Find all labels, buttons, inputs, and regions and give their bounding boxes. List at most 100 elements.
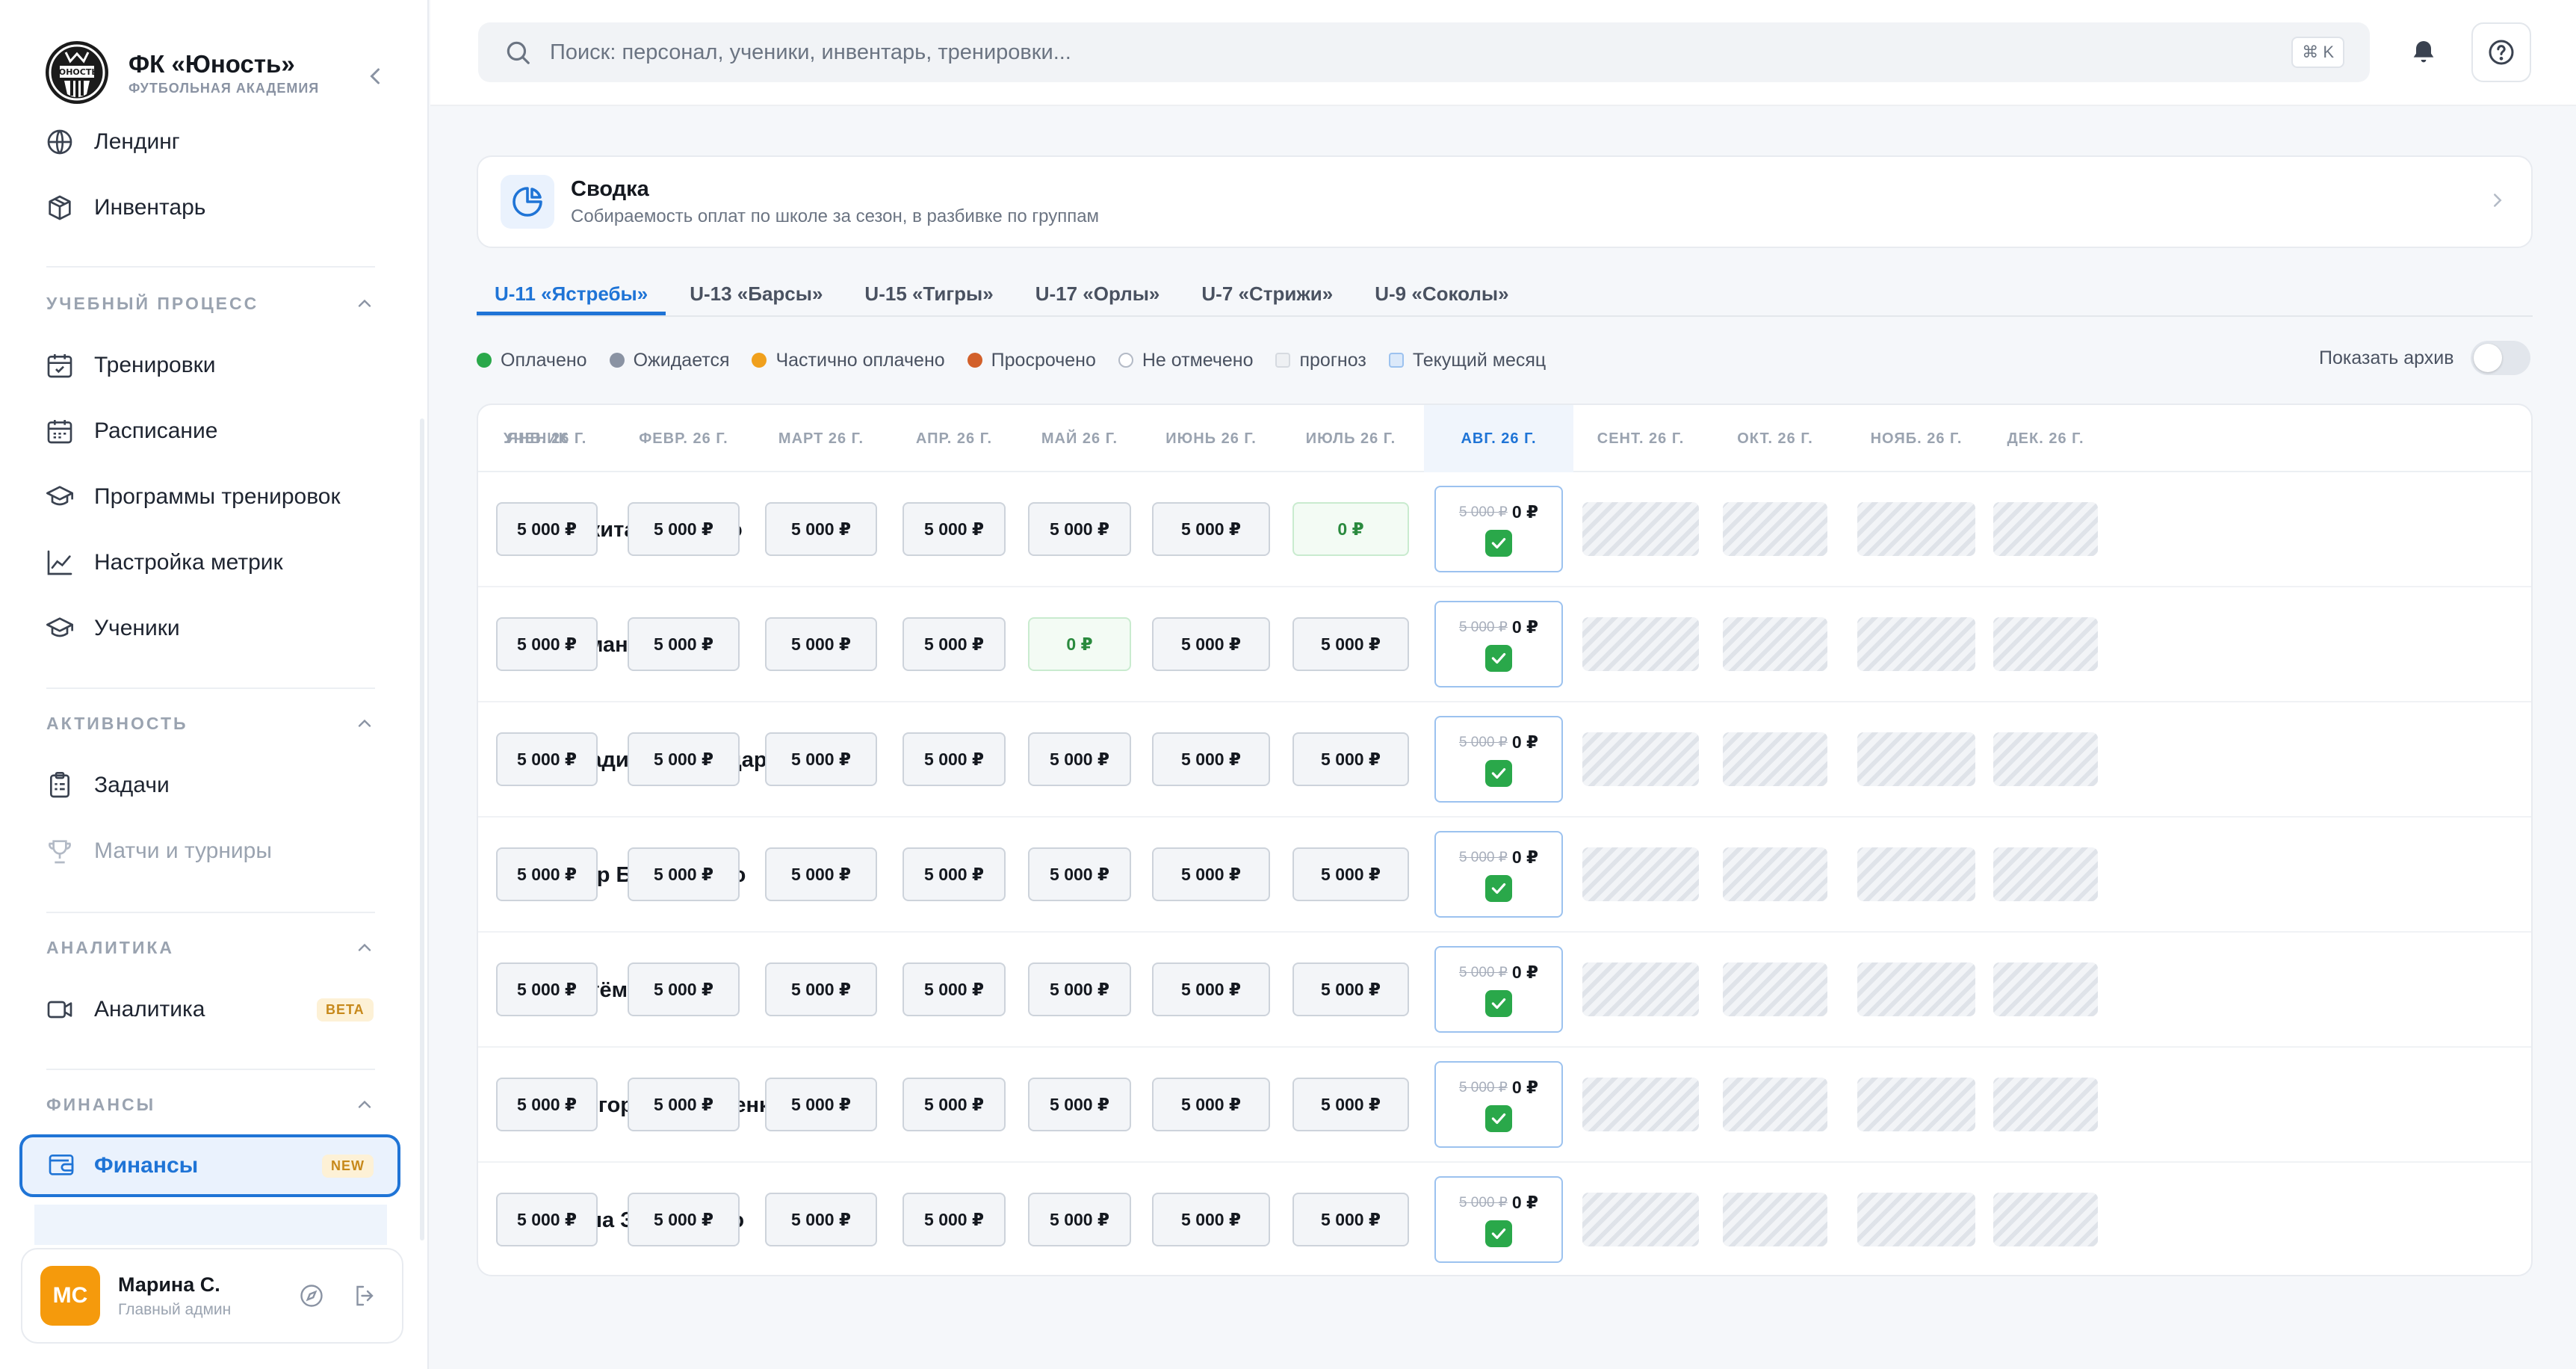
payment-cell[interactable]: 5 000 ₽ [628, 962, 740, 1016]
tab-u11[interactable]: U-11 «Ястребы» [477, 269, 666, 315]
paid-checkbox[interactable] [1485, 529, 1512, 557]
forecast-cell[interactable] [1723, 1078, 1827, 1131]
search-bar[interactable]: ⌘ K [478, 22, 2370, 82]
forecast-cell[interactable] [1582, 1193, 1699, 1246]
payment-cell[interactable]: 5 000 ₽ [902, 962, 1006, 1016]
payment-cell[interactable]: 5 000 ₽ [902, 617, 1006, 671]
payment-cell[interactable]: 5 000 ₽ [1292, 847, 1409, 901]
payment-cell[interactable]: 5 000 ₽ [902, 1078, 1006, 1131]
forecast-cell[interactable] [1857, 1078, 1975, 1131]
payment-cell[interactable]: 5 000 ₽ [628, 847, 740, 901]
sidebar-item-metrics[interactable]: Настройка метрик [43, 537, 283, 589]
payment-cell[interactable]: 5 000 ₽ [496, 847, 598, 901]
payment-cell[interactable]: 5 000 ₽ [765, 1078, 877, 1131]
tab-u13[interactable]: U-13 «Барсы» [672, 269, 840, 315]
current-month-cell[interactable]: 5 000 ₽0 ₽ [1434, 1061, 1563, 1148]
paid-checkbox[interactable] [1485, 989, 1512, 1017]
payment-cell[interactable]: 5 000 ₽ [1028, 732, 1131, 786]
forecast-cell[interactable] [1582, 617, 1699, 671]
current-month-cell[interactable]: 5 000 ₽0 ₽ [1434, 716, 1563, 803]
payment-cell[interactable]: 5 000 ₽ [628, 1078, 740, 1131]
forecast-cell[interactable] [1723, 502, 1827, 556]
tab-u9[interactable]: U-9 «Соколы» [1357, 269, 1526, 315]
payment-cell[interactable]: 5 000 ₽ [1028, 502, 1131, 556]
forecast-cell[interactable] [1993, 1078, 2098, 1131]
sidebar-item-schedule[interactable]: Расписание [43, 405, 217, 457]
sidebar-item-programs[interactable]: Программы тренировок [43, 471, 341, 523]
section-header-training[interactable]: УЧЕБНЫЙ ПРОЦЕСС [46, 293, 375, 314]
current-month-cell[interactable]: 5 000 ₽0 ₽ [1434, 946, 1563, 1033]
sidebar-item-matches[interactable]: Матчи и турниры [43, 825, 272, 877]
tab-u15[interactable]: U-15 «Тигры» [846, 269, 1011, 315]
user-card[interactable]: МС Марина С. Главный админ [21, 1248, 403, 1344]
forecast-cell[interactable] [1723, 962, 1827, 1016]
payment-cell[interactable]: 5 000 ₽ [628, 732, 740, 786]
summary-expand[interactable] [2486, 189, 2509, 215]
payment-cell[interactable]: 5 000 ₽ [902, 847, 1006, 901]
payment-cell[interactable]: 5 000 ₽ [496, 962, 598, 1016]
section-header-activity[interactable]: АКТИВНОСТЬ [46, 713, 375, 734]
payment-cell[interactable]: 0 ₽ [1292, 502, 1409, 556]
payment-cell[interactable]: 5 000 ₽ [765, 502, 877, 556]
payment-cell[interactable]: 5 000 ₽ [765, 732, 877, 786]
forecast-cell[interactable] [1857, 502, 1975, 556]
forecast-cell[interactable] [1582, 847, 1699, 901]
current-month-cell[interactable]: 5 000 ₽0 ₽ [1434, 1176, 1563, 1263]
forecast-cell[interactable] [1993, 732, 2098, 786]
forecast-cell[interactable] [1582, 502, 1699, 556]
notifications-button[interactable] [2394, 22, 2453, 82]
help-button[interactable] [2471, 22, 2531, 82]
payment-cell[interactable]: 5 000 ₽ [765, 617, 877, 671]
payment-cell[interactable]: 5 000 ₽ [1292, 1193, 1409, 1246]
payment-cell[interactable]: 5 000 ₽ [496, 732, 598, 786]
section-header-finance[interactable]: ФИНАНСЫ [46, 1094, 375, 1115]
forecast-cell[interactable] [1582, 732, 1699, 786]
archive-toggle[interactable] [2470, 341, 2530, 375]
current-month-cell[interactable]: 5 000 ₽0 ₽ [1434, 831, 1563, 918]
paid-checkbox[interactable] [1485, 874, 1512, 902]
tab-u7[interactable]: U-7 «Стрижи» [1183, 269, 1351, 315]
payment-cell[interactable]: 5 000 ₽ [1152, 732, 1270, 786]
sidebar-item-finance[interactable]: Финансы NEW [19, 1134, 400, 1197]
forecast-cell[interactable] [1857, 1193, 1975, 1246]
payment-cell[interactable]: 5 000 ₽ [902, 1193, 1006, 1246]
tab-u17[interactable]: U-17 «Орлы» [1018, 269, 1178, 315]
payment-cell[interactable]: 5 000 ₽ [1152, 617, 1270, 671]
forecast-cell[interactable] [1857, 617, 1975, 671]
collapse-sidebar-button[interactable] [362, 63, 388, 90]
forecast-cell[interactable] [1993, 617, 2098, 671]
payment-cell[interactable]: 5 000 ₽ [1292, 617, 1409, 671]
forecast-cell[interactable] [1723, 847, 1827, 901]
sidebar-item-tasks[interactable]: Задачи [43, 759, 170, 812]
section-header-analytics[interactable]: АНАЛИТИКА [46, 937, 375, 958]
forecast-cell[interactable] [1723, 1193, 1827, 1246]
forecast-cell[interactable] [1857, 732, 1975, 786]
payment-cell[interactable]: 5 000 ₽ [496, 1078, 598, 1131]
payment-cell[interactable]: 5 000 ₽ [1152, 962, 1270, 1016]
paid-checkbox[interactable] [1485, 1220, 1512, 1247]
forecast-cell[interactable] [1857, 847, 1975, 901]
forecast-cell[interactable] [1993, 962, 2098, 1016]
forecast-cell[interactable] [1723, 732, 1827, 786]
forecast-cell[interactable] [1993, 1193, 2098, 1246]
payment-cell[interactable]: 5 000 ₽ [1292, 1078, 1409, 1131]
payment-cell[interactable]: 5 000 ₽ [1292, 732, 1409, 786]
payment-cell[interactable]: 5 000 ₽ [1028, 1078, 1131, 1131]
current-month-cell[interactable]: 5 000 ₽0 ₽ [1434, 601, 1563, 687]
brand[interactable]: ЮНОСТЬ ФК «Юность» ФУТБОЛЬНАЯ АКАДЕМИЯ [43, 39, 319, 106]
payment-cell[interactable]: 5 000 ₽ [496, 502, 598, 556]
payment-cell[interactable]: 5 000 ₽ [496, 617, 598, 671]
sidebar-item-inventory[interactable]: Инвентарь [43, 182, 205, 234]
sidebar-item-students[interactable]: Ученики [43, 602, 180, 655]
compass-button[interactable] [293, 1277, 330, 1314]
paid-checkbox[interactable] [1485, 1104, 1512, 1132]
sidebar-item-analytics[interactable]: Аналитика BETA [43, 983, 375, 1036]
payment-cell[interactable]: 5 000 ₽ [628, 502, 740, 556]
payment-cell[interactable]: 5 000 ₽ [1152, 1078, 1270, 1131]
payment-cell[interactable]: 5 000 ₽ [1028, 962, 1131, 1016]
forecast-cell[interactable] [1993, 502, 2098, 556]
sidebar-item-landing[interactable]: Лендинг [43, 116, 180, 168]
forecast-cell[interactable] [1857, 962, 1975, 1016]
search-input[interactable] [550, 40, 2292, 65]
paid-checkbox[interactable] [1485, 759, 1512, 787]
